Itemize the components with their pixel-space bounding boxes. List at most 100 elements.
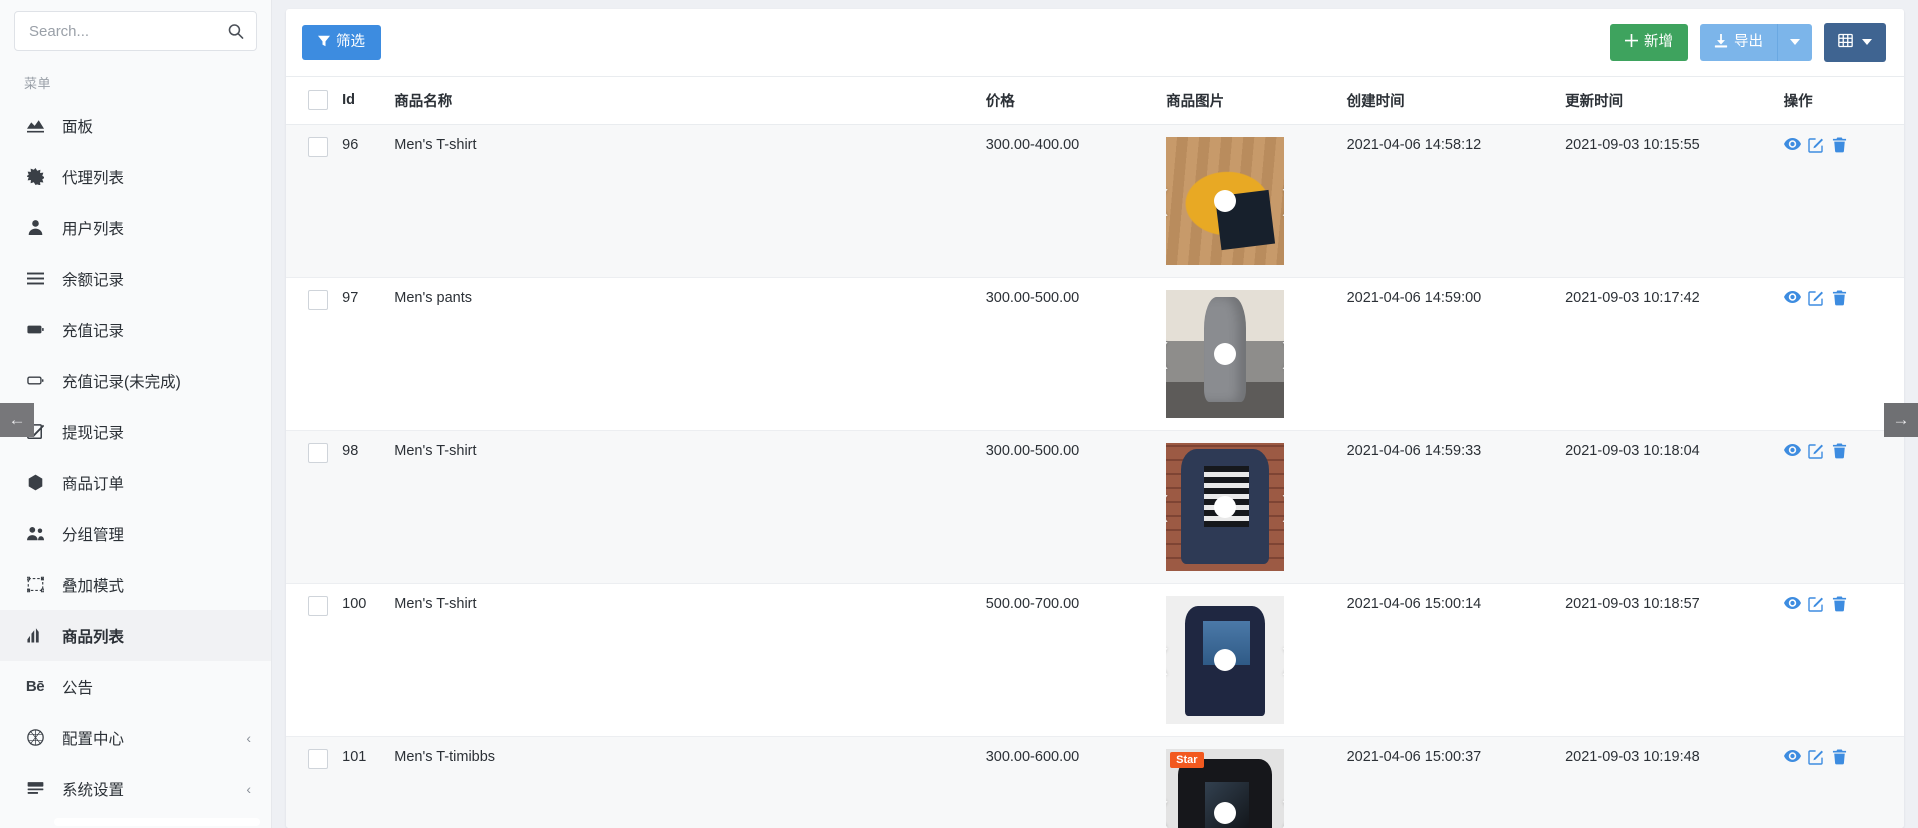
search-box[interactable]: [14, 11, 257, 51]
sidebar-item-list-lines[interactable]: 余额记录: [0, 253, 271, 304]
view-icon[interactable]: [1783, 137, 1801, 154]
export-dropdown-button[interactable]: [1778, 23, 1812, 61]
edit-icon[interactable]: [1807, 443, 1825, 460]
sidebar-item-battery-full[interactable]: 充值记录: [0, 304, 271, 355]
row-select-cell: [286, 736, 343, 828]
sidebar-item-hexagon[interactable]: 商品订单: [0, 457, 271, 508]
carousel-next-icon[interactable]: ❯: [1279, 799, 1285, 826]
sidebar: 菜单 面板代理列表用户列表余额记录充值记录充值记录(未完成) 提现记录商品订单分组…: [0, 0, 272, 828]
carousel-prev-icon[interactable]: ❮: [1166, 799, 1172, 826]
carousel-prev-icon[interactable]: ❮: [1166, 646, 1172, 673]
column-settings-button[interactable]: [1824, 23, 1886, 62]
sidebar-item-check-square[interactable]: 提现记录: [0, 406, 271, 457]
sidebar-item-user[interactable]: 用户列表: [0, 202, 271, 253]
cell-price: 300.00-400.00: [985, 124, 1167, 278]
row-checkbox[interactable]: [308, 595, 328, 616]
view-icon[interactable]: [1783, 443, 1801, 460]
sidebar-item-users-group[interactable]: 分组管理: [0, 508, 271, 559]
sidebar-scrollbar[interactable]: [54, 818, 260, 826]
table-row: 101Men's T-timibbs300.00-600.00Star ❮ ❯ 202…: [286, 736, 1904, 828]
sidebar-item-circle-mesh[interactable]: 配置中心 ‹: [0, 712, 271, 763]
sidebar-collapse-left-button[interactable]: ←: [0, 403, 34, 437]
carousel-next-icon[interactable]: ❯: [1279, 187, 1285, 214]
chevron-left-icon: ‹: [246, 780, 251, 797]
cell-create-time: 2021-04-06 15:00:37: [1346, 736, 1566, 828]
delete-icon[interactable]: [1832, 749, 1849, 766]
carousel-next-icon[interactable]: ❯: [1279, 646, 1285, 673]
sidebar-item-server[interactable]: 系统设置 ‹: [0, 763, 271, 814]
sidebar-item-label: 用户列表: [62, 220, 125, 238]
row-checkbox[interactable]: [308, 442, 328, 463]
view-icon[interactable]: [1783, 749, 1801, 766]
sidebar-item-label: 公告: [62, 679, 94, 697]
sidebar-item-behance[interactable]: Bē 公告: [0, 661, 271, 712]
edit-icon[interactable]: [1807, 749, 1825, 766]
view-icon[interactable]: [1783, 290, 1801, 307]
column-header-id: Id: [342, 75, 395, 125]
delete-icon[interactable]: [1832, 596, 1849, 613]
search-icon: [227, 23, 244, 40]
cell-name: Men's T-shirt: [394, 583, 986, 737]
sidebar-item-label: 充值记录(未完成): [62, 373, 181, 391]
carousel-prev-icon[interactable]: ❮: [1166, 340, 1172, 367]
select-all-checkbox[interactable]: [308, 90, 328, 110]
row-action-group: [1783, 749, 1896, 766]
sidebar-item-battery-empty[interactable]: 充值记录(未完成): [0, 355, 271, 406]
sidebar-item-signal-bars[interactable]: 商品列表: [0, 610, 271, 661]
product-image-carousel[interactable]: ❮❯: [1166, 442, 1285, 571]
carousel-indicator-dot: [1214, 189, 1237, 212]
product-image-carousel[interactable]: Star ❮ ❯: [1166, 748, 1285, 828]
search-input[interactable]: [15, 12, 256, 50]
product-image-carousel[interactable]: ❮❯: [1166, 595, 1285, 724]
edit-icon[interactable]: [1807, 290, 1825, 307]
hexagon-icon: [24, 473, 46, 493]
add-button[interactable]: 新增: [1610, 24, 1688, 61]
sidebar-item-label: 配置中心: [62, 730, 125, 748]
row-checkbox[interactable]: [308, 136, 328, 157]
delete-icon[interactable]: [1832, 443, 1849, 460]
funnel-icon: [318, 35, 330, 51]
sidebar-item-object-group[interactable]: 叠加模式: [0, 559, 271, 610]
carousel-next-icon[interactable]: ❯: [1279, 493, 1285, 520]
column-header-price: 价格: [985, 75, 1167, 125]
carousel-indicator-dot: [1214, 801, 1237, 824]
cell-id: 98: [342, 430, 395, 584]
sidebar-item-asterisk[interactable]: 代理列表: [0, 151, 271, 202]
carousel-indicator-dot: [1214, 648, 1237, 671]
carousel-next-icon[interactable]: ❯: [1279, 340, 1285, 367]
sidebar-item-label: 提现记录: [62, 424, 125, 442]
column-header-utime: 更新时间: [1565, 75, 1784, 125]
cell-price: 300.00-500.00: [985, 277, 1167, 431]
product-image-carousel[interactable]: ❮❯: [1166, 289, 1285, 418]
table-row: 96Men's T-shirt300.00-400.00❮❯2021-04-06…: [286, 124, 1904, 278]
carousel-prev-icon[interactable]: ❮: [1166, 187, 1172, 214]
panel-collapse-right-button[interactable]: →: [1884, 403, 1918, 437]
sidebar-section-label: 菜单: [24, 76, 52, 91]
carousel-indicator-dot: [1214, 495, 1237, 518]
column-header-name: 商品名称: [394, 75, 986, 125]
server-icon: [24, 779, 46, 799]
cell-update-time: 2021-09-03 10:19:48: [1565, 736, 1784, 828]
sidebar-item-label: 余额记录: [62, 271, 125, 289]
caret-down-icon: [1790, 39, 1800, 46]
row-checkbox[interactable]: [308, 748, 328, 769]
filter-button[interactable]: 筛选: [302, 24, 381, 60]
cell-image: ❮❯: [1166, 583, 1347, 737]
table-row: 97Men's pants300.00-500.00❮❯2021-04-06 1…: [286, 277, 1904, 431]
carousel-prev-icon[interactable]: ❮: [1166, 493, 1172, 520]
export-button[interactable]: 导出: [1700, 23, 1778, 61]
sidebar-item-chart-area[interactable]: 面板: [0, 100, 271, 151]
row-checkbox[interactable]: [308, 289, 328, 310]
column-header-label: 商品图片: [1166, 93, 1225, 110]
product-image-carousel[interactable]: ❮❯: [1166, 136, 1285, 265]
edit-icon[interactable]: [1807, 596, 1825, 613]
cell-price: 500.00-700.00: [985, 583, 1167, 737]
view-icon[interactable]: [1783, 596, 1801, 613]
cell-create-time: 2021-04-06 14:59:33: [1346, 430, 1566, 584]
cell-update-time: 2021-09-03 10:18:57: [1565, 583, 1784, 737]
cell-create-time: 2021-04-06 14:59:00: [1346, 277, 1566, 431]
delete-icon[interactable]: [1832, 290, 1849, 307]
edit-icon[interactable]: [1807, 137, 1825, 154]
row-select-cell: [286, 277, 343, 431]
delete-icon[interactable]: [1832, 137, 1849, 154]
